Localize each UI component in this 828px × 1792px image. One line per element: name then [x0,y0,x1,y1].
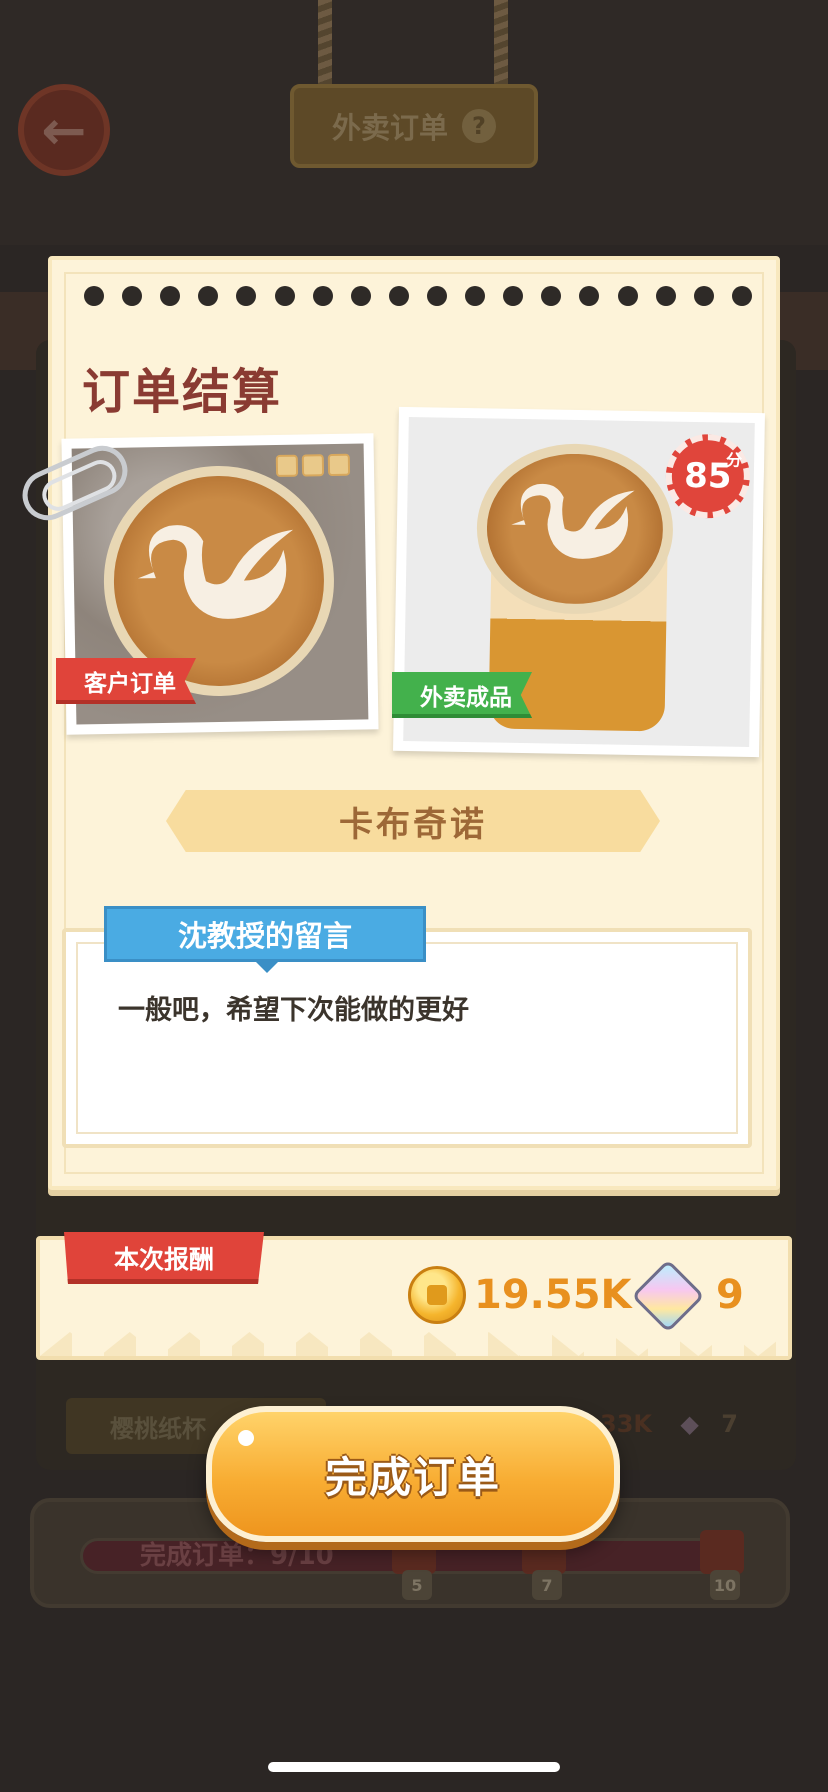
product-ribbon: 外卖成品 [392,672,532,718]
gem-icon: ◆ [680,1410,699,1438]
back-arrow-icon: ← [41,98,87,162]
swan-latte-art [137,525,294,619]
milestone-5: 5 [402,1570,432,1600]
reward-gems: 9 [716,1272,744,1318]
back-button[interactable]: ← [18,84,110,176]
header-title: 外卖订单 [331,111,448,145]
complete-order-button[interactable]: 完成订单 [206,1406,620,1542]
gift-icon [327,453,351,477]
gift-icon [301,454,325,477]
score-value: 85 [683,455,732,497]
milestone-7: 7 [532,1570,562,1600]
product-name-banner: 卡布奇诺 [166,790,660,852]
customer-order-ribbon: 客户订单 [56,658,196,704]
rope-left [318,0,332,90]
gift-icon[interactable] [700,1530,744,1574]
gift-icon [275,454,299,478]
reward-label: 本次报酬 [64,1232,264,1284]
gift-icons [275,453,351,478]
bg-list-item-reward: 33K ◆ 7 [600,1410,738,1438]
reward-coins: 19.55K [474,1272,632,1318]
home-indicator[interactable] [268,1762,560,1772]
message-title-tag: 沈教授的留言 [104,906,426,973]
dialog-title: 订单结算 [82,364,283,420]
bg-list-item-gems: 7 [721,1410,738,1438]
header-title-plank: 外卖订单 ? [290,84,538,168]
order-progress-label: 完成订单：9/10 [140,1541,334,1571]
score-badge: 85 分 [665,433,751,519]
message-text: 一般吧，希望下次能做的更好 [118,995,469,1026]
rope-right [494,0,508,90]
help-icon[interactable]: ? [462,109,496,143]
notebook-binding-dots [84,286,752,308]
score-unit: 分 [725,450,743,470]
milestone-10: 10 [710,1570,740,1600]
swan-latte-art [511,483,635,559]
coin-icon [408,1266,466,1324]
